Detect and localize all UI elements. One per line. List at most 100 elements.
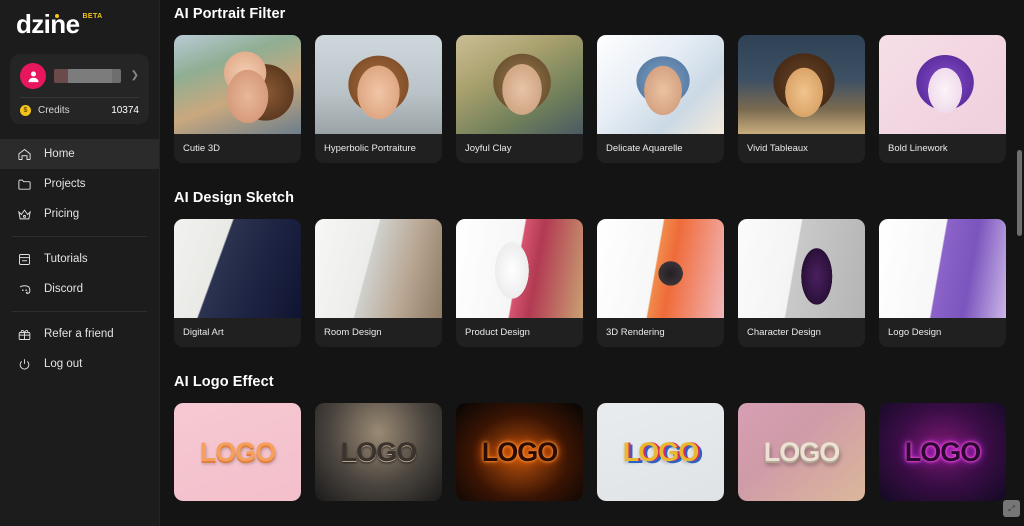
card-thumbnail [597,219,724,318]
card-character-design[interactable]: Character Design [738,219,865,347]
section-ai-portrait-filter: AI Portrait Filter Cutie 3D Hyperbolic P… [174,0,1024,163]
home-icon [17,147,32,162]
brand-dot-icon [55,14,59,18]
card-label: 3D Rendering [606,327,665,338]
sidebar-item-refer-a-friend[interactable]: Refer a friend [0,319,159,349]
resize-handle-icon[interactable]: ⤢ [1003,500,1020,517]
card-label: Room Design [324,327,382,338]
sidebar-item-label: Log out [44,358,83,370]
logo-preview-text: LOGO [340,436,418,467]
card-label: Digital Art [183,327,224,338]
sidebar-item-pricing[interactable]: Pricing [0,199,159,229]
card-thumbnail: LOGO [738,403,865,501]
card-3d-rendering[interactable]: 3D Rendering [597,219,724,347]
power-icon [17,357,32,372]
card-logo-effect-1[interactable]: LOGO [174,403,301,501]
card-bold-linework[interactable]: Bold Linework [879,35,1006,163]
profile-row[interactable]: ❯ [20,63,139,89]
card-label: Vivid Tableaux [747,143,808,154]
credits-value: 10374 [111,105,139,116]
card-label: Cutie 3D [183,143,220,154]
app-root: dzine BETA ❯ $ Credits 10374 Home Projec… [0,0,1024,526]
card-logo-effect-2[interactable]: LOGO [315,403,442,501]
brand-wordmark: dzine [16,9,80,39]
card-thumbnail: LOGO [456,403,583,501]
card-thumbnail [174,35,301,134]
profile-card[interactable]: ❯ $ Credits 10374 [10,54,149,124]
sidebar: dzine BETA ❯ $ Credits 10374 Home Projec… [0,0,160,526]
main-content: AI Portrait Filter Cutie 3D Hyperbolic P… [160,0,1024,526]
sidebar-item-label: Pricing [44,208,80,220]
card-delicate-aquarelle[interactable]: Delicate Aquarelle [597,35,724,163]
card-cutie-3d[interactable]: Cutie 3D [174,35,301,163]
card-label: Character Design [747,327,821,338]
card-thumbnail: LOGO [597,403,724,501]
sidebar-item-discord[interactable]: Discord [0,274,159,304]
card-thumbnail [738,35,865,134]
card-label: Logo Design [888,327,942,338]
sidebar-item-home[interactable]: Home [0,139,159,169]
card-vivid-tableaux[interactable]: Vivid Tableaux [738,35,865,163]
card-digital-art[interactable]: Digital Art [174,219,301,347]
discord-icon [17,282,32,297]
card-logo-effect-6[interactable]: LOGO [879,403,1006,501]
card-label: Product Design [465,327,530,338]
section-ai-design-sketch: AI Design Sketch Digital Art Room Design… [174,163,1024,347]
card-product-design[interactable]: Product Design [456,219,583,347]
card-grid: Cutie 3D Hyperbolic Portraiture Joyful C… [174,35,1024,163]
chevron-right-icon[interactable]: ❯ [129,71,139,81]
credits-row[interactable]: $ Credits 10374 [20,98,139,116]
card-logo-design[interactable]: Logo Design [879,219,1006,347]
card-thumbnail [879,219,1006,318]
username-redacted [54,69,121,83]
avatar [20,63,46,89]
card-label: Delicate Aquarelle [606,143,683,154]
section-title: AI Design Sketch [174,190,295,206]
sidebar-divider-1 [12,236,147,237]
card-label: Hyperbolic Portraiture [324,143,416,154]
brand-name: dzine [16,9,80,39]
card-label: Joyful Clay [465,143,512,154]
card-thumbnail [315,35,442,134]
card-thumbnail [456,35,583,134]
credits-label: Credits [38,105,70,116]
coin-icon: $ [20,105,31,116]
section-title: AI Portrait Filter [174,6,286,22]
card-thumbnail [738,219,865,318]
card-joyful-clay[interactable]: Joyful Clay [456,35,583,163]
section-title: AI Logo Effect [174,374,274,390]
section-ai-logo-effect: AI Logo Effect LOGO LOGO LOGO LOGO LOGO … [174,347,1024,501]
logo-preview-text: LOGO [622,436,700,467]
sidebar-item-label: Home [44,148,75,160]
sidebar-item-projects[interactable]: Projects [0,169,159,199]
card-thumbnail [879,35,1006,134]
card-thumbnail: LOGO [315,403,442,501]
scrollbar-thumb[interactable] [1017,150,1022,236]
card-logo-effect-4[interactable]: LOGO [597,403,724,501]
card-grid: Digital Art Room Design Product Design 3… [174,219,1024,347]
sidebar-item-label: Discord [44,283,83,295]
brand-logo-area[interactable]: dzine BETA [0,0,159,44]
card-logo-effect-5[interactable]: LOGO [738,403,865,501]
logo-preview-text: LOGO [904,436,982,467]
book-icon [17,252,32,267]
sidebar-nav: Home Projects Pricing Tutorials Discord … [0,139,159,379]
sidebar-item-tutorials[interactable]: Tutorials [0,244,159,274]
logo-preview-text: LOGO [763,436,841,467]
folder-icon [17,177,32,192]
crown-icon [17,207,32,222]
card-thumbnail [315,219,442,318]
card-thumbnail [597,35,724,134]
sidebar-item-label: Projects [44,178,86,190]
card-grid: LOGO LOGO LOGO LOGO LOGO LOGO [174,403,1024,501]
sidebar-item-log-out[interactable]: Log out [0,349,159,379]
card-thumbnail [456,219,583,318]
card-room-design[interactable]: Room Design [315,219,442,347]
card-logo-effect-3[interactable]: LOGO [456,403,583,501]
logo-preview-text: LOGO [199,436,277,467]
card-hyperbolic-portraiture[interactable]: Hyperbolic Portraiture [315,35,442,163]
beta-badge: BETA [82,13,103,20]
card-thumbnail [174,219,301,318]
main-scrollbar[interactable] [1015,0,1024,526]
sidebar-item-label: Refer a friend [44,328,114,340]
